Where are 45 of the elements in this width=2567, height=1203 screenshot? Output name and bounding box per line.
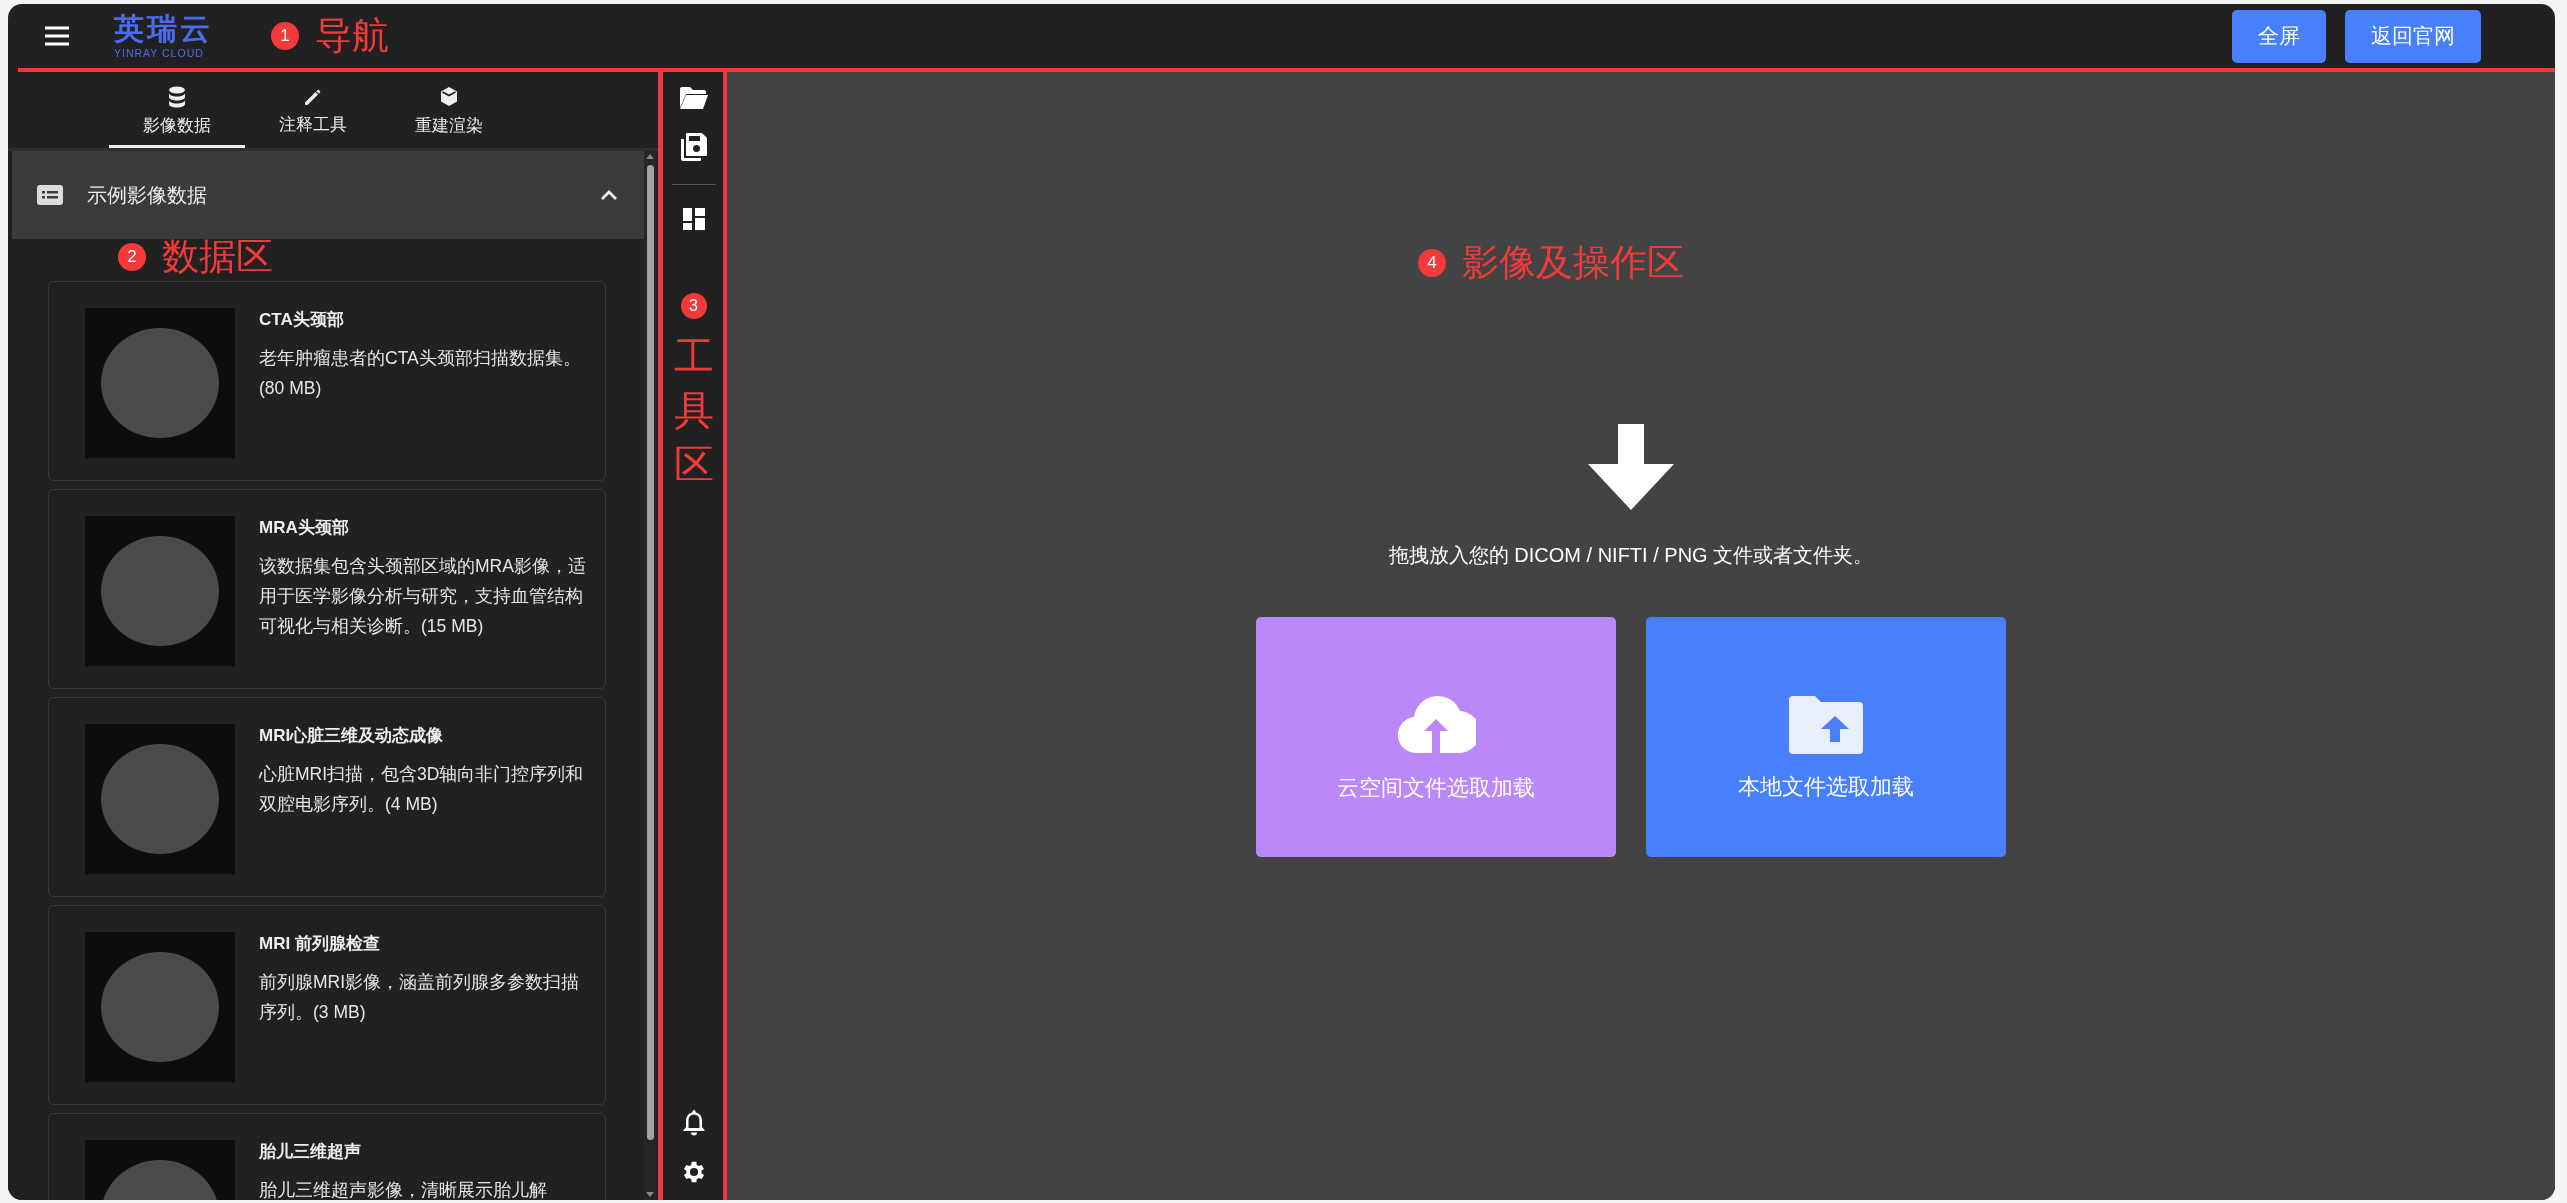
- tab[interactable]: 影像数据: [109, 72, 245, 148]
- dataset-description: 前列腺MRI影像，涵盖前列腺多参数扫描序列。(3 MB): [259, 971, 581, 1024]
- folder-icon[interactable]: [678, 86, 709, 110]
- dataset-title: MRA头颈部: [259, 517, 350, 539]
- dataset-card[interactable]: CTA头颈部 老年肿瘤患者的CTA头颈部扫描数据集。(80 MB): [48, 281, 606, 481]
- cloud-upload-icon: [1396, 694, 1476, 755]
- dataset-description: 心脏MRI扫描，包含3D轴向非门控序列和双腔电影序列。(4 MB): [259, 763, 585, 816]
- save-copy-icon[interactable]: [679, 132, 708, 162]
- annotation-number-badge: 3: [680, 293, 707, 319]
- dataset-description: 胎儿三维超声影像，清晰展示胎儿解: [259, 1179, 547, 1200]
- chevron-icon[interactable]: [600, 189, 618, 201]
- pencil-icon: [303, 87, 323, 107]
- folder-upload-icon: [1789, 695, 1863, 754]
- dataset-title: MRI 前列腺检查: [259, 933, 381, 955]
- bell-icon[interactable]: [681, 1108, 706, 1136]
- dataset-title: 胎儿三维超声: [259, 1141, 362, 1163]
- local-load-button[interactable]: 本地文件选取加载: [1646, 617, 2006, 857]
- section-header[interactable]: 示例影像数据: [12, 151, 644, 239]
- dataset-title: CTA头颈部: [259, 309, 345, 331]
- dataset-title: MRI心脏三维及动态成像: [259, 725, 445, 747]
- annotation-label: 工具区: [673, 333, 714, 488]
- home-link-button[interactable]: 返回官网: [2345, 9, 2481, 63]
- down-arrow-icon: [1588, 424, 1674, 510]
- tab[interactable]: 注释工具: [245, 72, 381, 148]
- dataset-description: 该数据集包含头颈部区域的MRA影像，适用于医学影像分析与研究，支持血管结构可视化与相关诊断。(15 MB): [259, 555, 587, 638]
- annotation-label: 导航: [315, 14, 389, 58]
- list-card-icon: [37, 185, 63, 205]
- database-icon: [167, 86, 187, 108]
- cube-icon: [439, 86, 459, 108]
- dataset-card[interactable]: MRA头颈部 该数据集包含头颈部区域的MRA影像，适用于医学影像分析与研究，支持血管结构可视化与相关诊断。(15 MB): [48, 489, 606, 689]
- dashboard-icon[interactable]: [681, 207, 706, 231]
- tab[interactable]: 重建渲染: [381, 72, 517, 148]
- dataset-card[interactable]: MRI心脏三维及动态成像 心脏MRI扫描，包含3D轴向非门控序列和双腔电影序列。(4 MB): [48, 697, 606, 897]
- dataset-card[interactable]: MRI 前列腺检查 前列腺MRI影像，涵盖前列腺多参数扫描序列。(3 MB): [48, 905, 606, 1105]
- fullscreen-button[interactable]: 全屏: [2232, 9, 2326, 63]
- annotation-number-badge: 1: [271, 22, 299, 50]
- annotation-label: 影像及操作区: [1462, 241, 1684, 285]
- dataset-description: 老年肿瘤患者的CTA头颈部扫描数据集。(80 MB): [259, 347, 582, 400]
- section-title: 示例影像数据: [87, 182, 208, 208]
- annotation-number-badge: 2: [118, 243, 146, 271]
- dataset-card[interactable]: 胎儿三维超声 胎儿三维超声影像，清晰展示胎儿解: [48, 1113, 606, 1200]
- annotation-number-badge: 4: [1418, 249, 1446, 277]
- logo[interactable]: 英瑞云 YINRAY CLOUD: [114, 13, 213, 59]
- drop-hint: 拖拽放入您的 DICOM / NIFTI / PNG 文件或者文件夹。: [1388, 543, 1874, 568]
- scrollbar[interactable]: [644, 151, 656, 1200]
